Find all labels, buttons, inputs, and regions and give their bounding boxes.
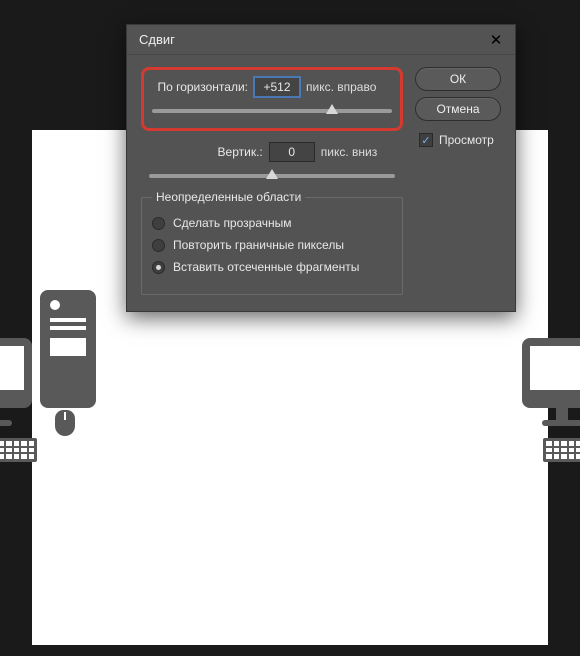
- slider-thumb-icon[interactable]: [326, 104, 338, 114]
- radio-wrap-around[interactable]: Вставить отсеченные фрагменты: [152, 260, 392, 274]
- radio-transparent[interactable]: Сделать прозрачным: [152, 216, 392, 230]
- slider-thumb-icon[interactable]: [266, 169, 278, 179]
- radio-icon: [152, 261, 165, 274]
- checkbox-icon: ✓: [419, 133, 433, 147]
- mouse-icon: [55, 410, 75, 436]
- horizontal-unit: пикс. вправо: [306, 80, 376, 94]
- vertical-unit: пикс. вниз: [321, 145, 377, 159]
- horizontal-highlight: По горизонтали: пикс. вправо: [141, 67, 403, 131]
- keyboard-icon: [0, 438, 37, 462]
- cancel-button[interactable]: Отмена: [415, 97, 501, 121]
- radio-label: Повторить граничные пикселы: [173, 238, 344, 252]
- vertical-slider[interactable]: [149, 171, 395, 181]
- monitor-icon: [522, 338, 580, 408]
- undefined-areas-group: Неопределенные области Сделать прозрачны…: [141, 197, 403, 295]
- tower-icon: [40, 290, 96, 408]
- close-button[interactable]: ✕: [485, 29, 507, 51]
- radio-repeat-edge[interactable]: Повторить граничные пикселы: [152, 238, 392, 252]
- radio-icon: [152, 239, 165, 252]
- preview-label: Просмотр: [439, 133, 494, 147]
- offset-dialog: Сдвиг ✕ По горизонтали: пикс. вправо Вер…: [126, 24, 516, 312]
- canvas-art-left: [0, 290, 96, 462]
- horizontal-label: По горизонтали:: [152, 80, 248, 94]
- preview-checkbox-row[interactable]: ✓ Просмотр: [415, 133, 501, 147]
- radio-icon: [152, 217, 165, 230]
- canvas-art-right: [522, 290, 580, 462]
- ok-button[interactable]: ОК: [415, 67, 501, 91]
- horizontal-input[interactable]: [254, 77, 300, 97]
- vertical-input[interactable]: [269, 142, 315, 162]
- undefined-areas-legend: Неопределенные области: [152, 190, 305, 204]
- keyboard-icon: [543, 438, 580, 462]
- radio-label: Сделать прозрачным: [173, 216, 292, 230]
- horizontal-slider[interactable]: [152, 106, 392, 116]
- close-icon: ✕: [490, 31, 503, 49]
- monitor-icon: [0, 338, 32, 408]
- dialog-titlebar[interactable]: Сдвиг ✕: [127, 25, 515, 55]
- dialog-title: Сдвиг: [139, 32, 175, 47]
- vertical-label: Вертик.:: [167, 145, 263, 159]
- radio-label: Вставить отсеченные фрагменты: [173, 260, 359, 274]
